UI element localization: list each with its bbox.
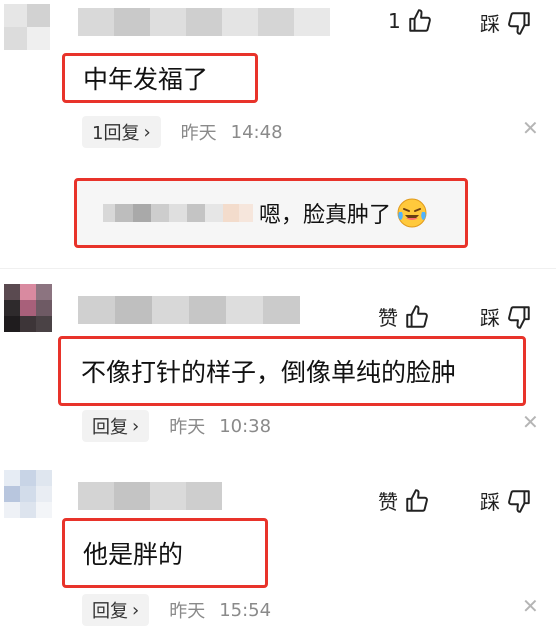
comment-text: 中年发福了 — [83, 65, 209, 94]
reply-button[interactable]: 回复 › — [82, 410, 150, 442]
thumbs-down-icon — [508, 305, 530, 329]
dislike-label: 踩 — [480, 12, 500, 36]
comment-date: 昨天 — [180, 123, 217, 144]
reply-label: 回复 — [92, 601, 128, 622]
crying-laughing-emoji-icon — [397, 198, 427, 228]
chevron-right-icon: › — [132, 599, 140, 621]
thumbs-up-icon — [406, 488, 428, 512]
chevron-right-icon: › — [143, 121, 151, 143]
comment-time: 15:54 — [219, 599, 272, 621]
thumbs-down-icon — [508, 11, 530, 35]
dislike-button[interactable]: 踩 — [480, 8, 532, 37]
divider — [0, 268, 556, 269]
dislike-button[interactable]: 踩 — [480, 302, 532, 331]
thumbs-down-icon — [508, 489, 530, 513]
blurred-username[interactable] — [78, 482, 222, 510]
dislike-label: 踩 — [480, 306, 500, 330]
blurred-avatar[interactable] — [4, 4, 50, 50]
comment-text-box: 他是胖的 — [62, 518, 268, 588]
blurred-avatar[interactable] — [4, 284, 52, 332]
thumbs-up-icon — [409, 9, 431, 32]
dislike-label: 踩 — [480, 490, 500, 514]
comment-text: 他是胖的 — [83, 540, 184, 569]
like-button[interactable]: 1 — [388, 8, 433, 34]
reply-label: 回复 — [92, 417, 128, 438]
like-label: 赞 — [378, 490, 398, 514]
comment-meta: 回复 › 昨天 10:38 — [82, 410, 271, 442]
like-button[interactable]: 赞 — [378, 486, 430, 515]
comment-date: 昨天 — [169, 417, 206, 438]
chevron-right-icon: › — [132, 415, 140, 437]
close-icon[interactable]: ✕ — [522, 410, 539, 434]
comment-text-box: 不像打针的样子，倒像单纯的脸肿 — [58, 336, 526, 406]
dislike-button[interactable]: 踩 — [480, 486, 532, 515]
blurred-reply-username[interactable] — [103, 204, 253, 222]
sub-reply-text: 嗯，脸真肿了 — [259, 203, 392, 228]
comment-meta: 回复 › 昨天 15:54 — [82, 594, 271, 626]
comment-time: 10:38 — [219, 415, 272, 437]
reply-label: 1回复 — [92, 123, 140, 144]
reply-button[interactable]: 回复 › — [82, 594, 150, 626]
like-button[interactable]: 赞 — [378, 302, 430, 331]
blurred-username[interactable] — [78, 8, 330, 36]
thumbs-up-icon — [406, 304, 428, 328]
comment-text-box: 中年发福了 — [62, 53, 258, 103]
like-count: 1 — [388, 9, 401, 33]
comment-time: 14:48 — [230, 121, 283, 143]
comment-meta: 1回复 › 昨天 14:48 — [82, 116, 283, 148]
comment-text: 不像打针的样子，倒像单纯的脸肿 — [81, 358, 457, 387]
close-icon[interactable]: ✕ — [522, 116, 539, 140]
comment-date: 昨天 — [169, 601, 206, 622]
close-icon[interactable]: ✕ — [522, 594, 539, 618]
like-label: 赞 — [378, 306, 398, 330]
blurred-avatar[interactable] — [4, 470, 52, 518]
sub-reply-box: 嗯，脸真肿了 — [74, 178, 468, 248]
blurred-username[interactable] — [78, 296, 300, 324]
reply-button[interactable]: 1回复 › — [82, 116, 161, 148]
